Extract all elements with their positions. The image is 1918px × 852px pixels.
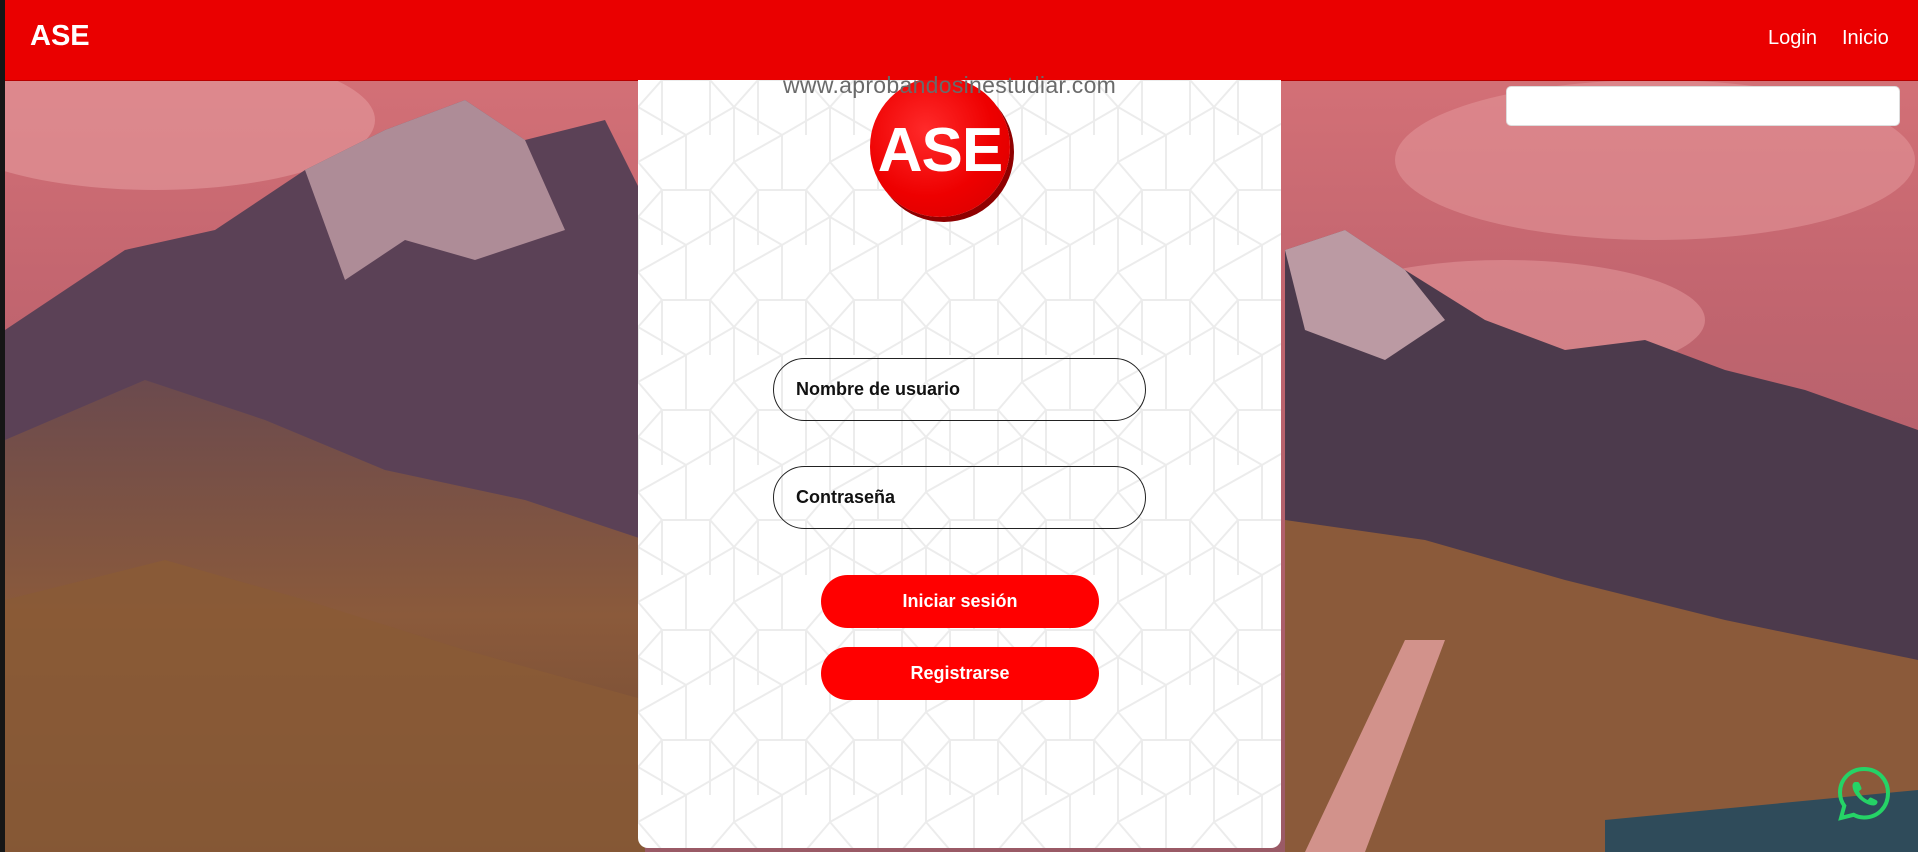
- login-card: ASE Iniciar sesión Registrarse: [638, 80, 1281, 848]
- search-input[interactable]: [1506, 86, 1900, 126]
- nav-link-login[interactable]: Login: [1768, 27, 1817, 50]
- login-button[interactable]: Iniciar sesión: [821, 575, 1099, 628]
- register-button[interactable]: Registrarse: [821, 647, 1099, 700]
- top-navbar: ASE Login Inicio: [5, 0, 1918, 81]
- watermark-text: www.aprobandosinestudiar.com: [783, 72, 1117, 98]
- logo-text: ASE: [877, 116, 1003, 185]
- password-field[interactable]: [773, 466, 1146, 529]
- ase-logo: ASE: [870, 80, 1010, 217]
- brand-logo[interactable]: ASE: [30, 20, 90, 53]
- nav-link-inicio[interactable]: Inicio: [1842, 27, 1889, 50]
- whatsapp-icon[interactable]: [1835, 765, 1893, 823]
- username-field[interactable]: [773, 358, 1146, 421]
